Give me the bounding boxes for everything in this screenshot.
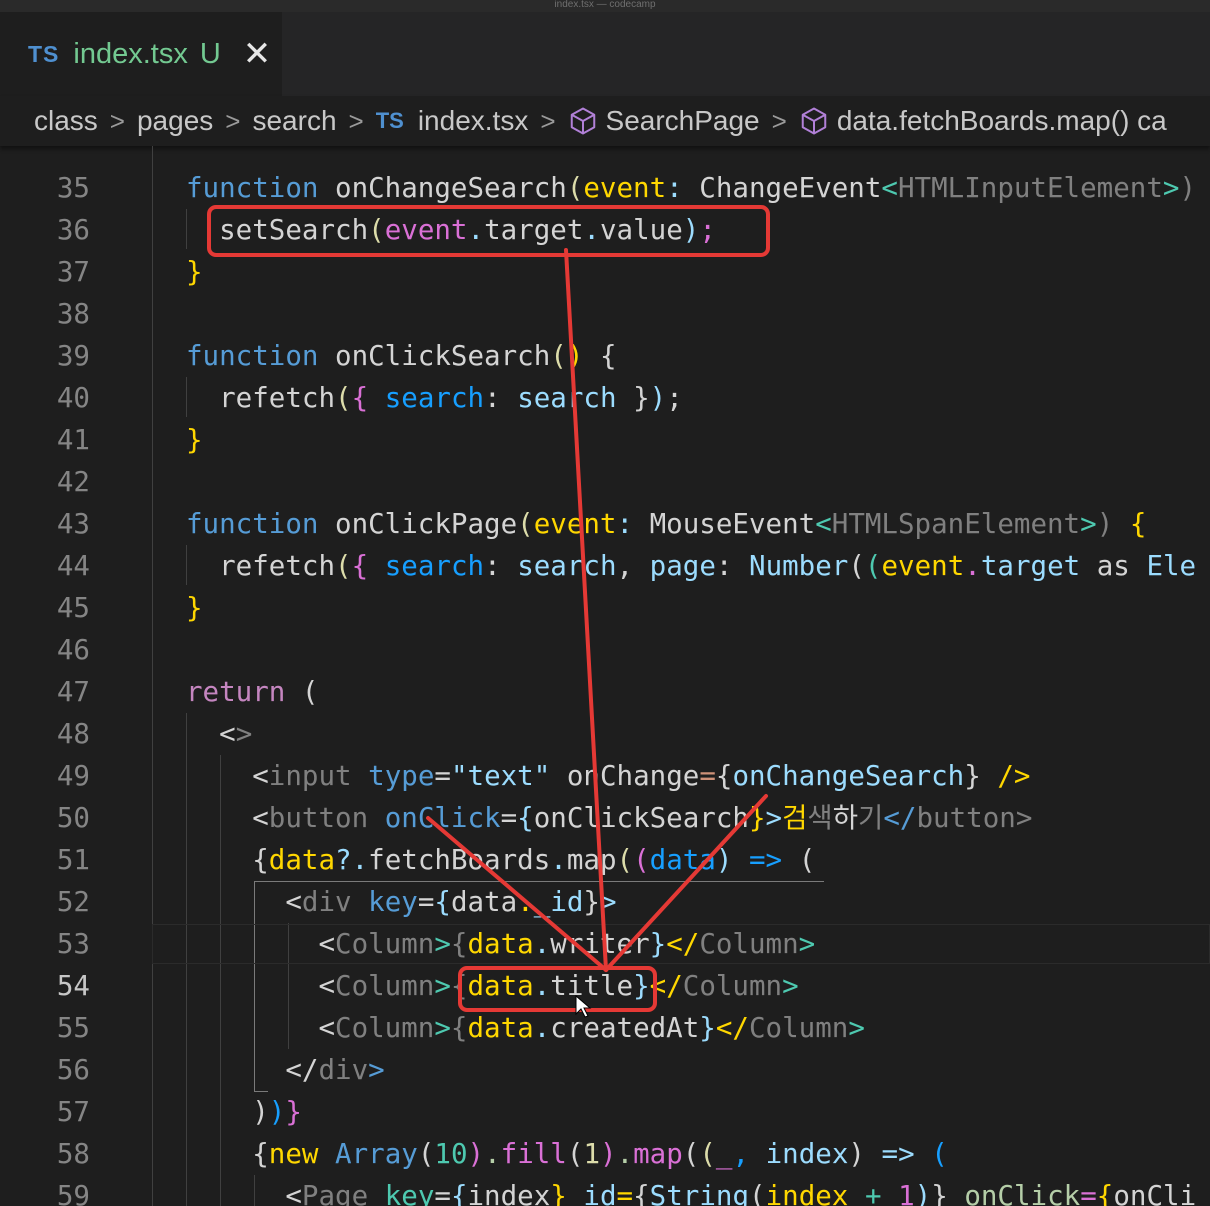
- chevron-right-icon: >: [348, 105, 364, 136]
- code-text: function onChangeSearch(event: ChangeEve…: [186, 172, 1197, 204]
- breadcrumb-item-search[interactable]: search: [252, 105, 336, 137]
- code-text: }: [186, 424, 203, 456]
- code-line: 46 }: [0, 587, 1210, 666]
- code-line: 54 <Column>{data.writer}</Column>: [0, 923, 1210, 1002]
- chevron-right-icon: >: [540, 105, 556, 136]
- code-text: <>: [219, 718, 253, 750]
- code-text: </div>: [285, 1054, 385, 1086]
- code-text: <Column>{data.writer}</Column>: [318, 928, 816, 960]
- code-text: function onClickSearch() {: [186, 340, 617, 372]
- code-line: 36 function onChangeSearch(event: Change…: [0, 167, 1210, 246]
- code-line: 53 <div key={data._id}>: [0, 881, 1210, 960]
- code-line: 51 <button onClick={onClickSearch}>검색하기<…: [0, 797, 1210, 876]
- code-line: 56 <Column>{data.createdAt}</Column>: [0, 1007, 1210, 1086]
- code-line: 52 {data?.fetchBoards.map((data) => (: [0, 839, 1210, 918]
- window-titlebar: index.tsx — codecamp: [0, 0, 1210, 12]
- code-line: 50 <input type="text" onChange={onChange…: [0, 755, 1210, 834]
- code-text: refetch({ search: search, page: Number((…: [219, 550, 1197, 582]
- code-text: <input type="text" onChange={onChangeSea…: [252, 760, 1031, 792]
- code-text: ))}: [252, 1096, 302, 1128]
- code-line: 40 function onClickSearch() {: [0, 335, 1210, 414]
- code-line: 39: [0, 293, 1210, 372]
- breadcrumb: class > pages > search > TS index.tsx > …: [0, 96, 1210, 146]
- code-line: 42 }: [0, 419, 1210, 498]
- code-text: }: [186, 592, 203, 624]
- window-title: index.tsx — codecamp: [554, 0, 656, 10]
- symbol-cube-icon: [799, 106, 829, 136]
- code-text: <button onClick={onClickSearch}>검색하기</bu…: [252, 802, 1033, 834]
- code-line: 38 }: [0, 251, 1210, 330]
- code-text: <div key={data._id}>: [285, 886, 617, 918]
- tab-index-tsx[interactable]: TS index.tsx U ✕: [0, 12, 282, 96]
- code-line: 45 refetch({ search: search, page: Numbe…: [0, 545, 1210, 624]
- code-text: }: [186, 256, 203, 288]
- typescript-file-icon: TS: [375, 108, 404, 133]
- code-text: <Column>{data.title}</Column>: [318, 970, 799, 1002]
- code-line: 59 {new Array(10).fill(1).map((_, index)…: [0, 1133, 1210, 1206]
- code-text: function onClickPage(event: MouseEvent<H…: [186, 508, 1147, 540]
- code-line: 35: [0, 146, 1210, 204]
- code-text: <Page key={index} id={String(index + 1)}…: [285, 1180, 1197, 1206]
- code-line: 37 setSearch(event.target.value);: [0, 209, 1210, 288]
- typescript-file-icon: TS: [28, 40, 60, 67]
- code-editor[interactable]: 35 36 function onChangeSearch(event: Cha…: [0, 146, 1210, 1206]
- breadcrumb-item-map-callback[interactable]: data.fetchBoards.map() ca: [799, 105, 1167, 137]
- code-text: {new Array(10).fill(1).map((_, index) =>…: [252, 1138, 948, 1170]
- breadcrumb-searchpage-label: SearchPage: [605, 105, 760, 136]
- chevron-right-icon: >: [771, 105, 787, 136]
- breadcrumb-file-label: index.tsx: [417, 105, 529, 136]
- code-text: <Column>{data.createdAt}</Column>: [318, 1012, 865, 1044]
- code-line: 49 <>: [0, 713, 1210, 792]
- breadcrumb-map-label: data.fetchBoards.map() ca: [836, 105, 1167, 136]
- code-line: 60 <Page key={index} id={String(index + …: [0, 1175, 1210, 1206]
- code-line: 43: [0, 461, 1210, 540]
- code-text: setSearch(event.target.value);: [219, 214, 716, 246]
- code-line: 55 <Column>{data.title}</Column>: [0, 965, 1210, 1044]
- code-line: 57 </div>: [0, 1049, 1210, 1128]
- git-untracked-badge: U: [199, 37, 221, 70]
- breadcrumb-item-pages[interactable]: pages: [137, 105, 213, 137]
- code-line: 47: [0, 629, 1210, 708]
- tab-filename: index.tsx: [73, 37, 188, 70]
- chevron-right-icon: >: [109, 105, 125, 136]
- chevron-right-icon: >: [225, 105, 241, 136]
- code-text: return (: [186, 676, 319, 708]
- code-line: 44 function onClickPage(event: MouseEven…: [0, 503, 1210, 582]
- code-text: {data?.fetchBoards.map((data) => (: [252, 844, 816, 876]
- close-icon[interactable]: ✕: [243, 34, 272, 74]
- editor-tab-bar: TS index.tsx U ✕: [0, 12, 1210, 96]
- breadcrumb-item-searchpage[interactable]: SearchPage: [568, 105, 760, 137]
- code-line: 48 return (: [0, 671, 1210, 750]
- breadcrumb-item-class[interactable]: class: [34, 105, 98, 137]
- code-line: 58 ))}: [0, 1091, 1210, 1170]
- code-line: 41 refetch({ search: search });: [0, 377, 1210, 456]
- code-text: refetch({ search: search });: [219, 382, 683, 414]
- symbol-cube-icon: [568, 106, 598, 136]
- breadcrumb-item-file[interactable]: TS index.tsx: [376, 105, 529, 137]
